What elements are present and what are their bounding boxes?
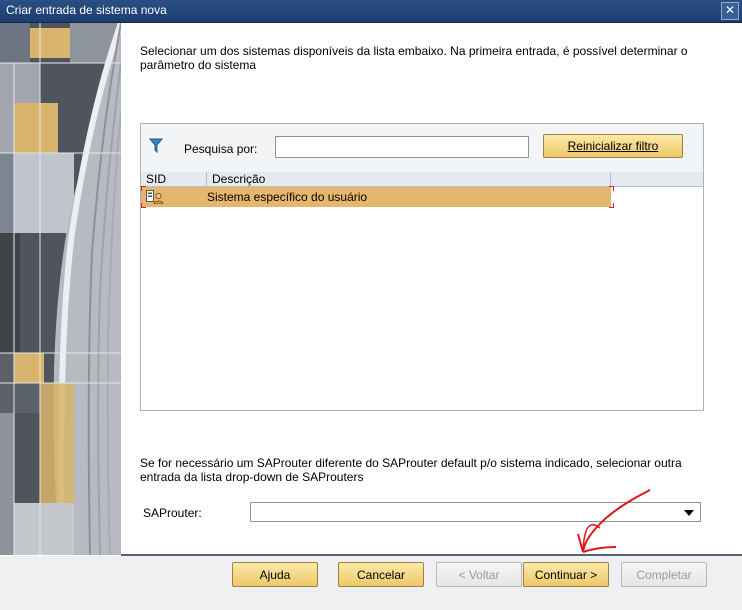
selection-corner-marker	[609, 203, 614, 208]
search-input[interactable]	[275, 136, 529, 158]
title-bar: Criar entrada de sistema nova ✕	[0, 0, 742, 23]
cancel-button-label: Cancelar	[356, 567, 406, 582]
filter-bar: Pesquisa por: Reinicializar filtro	[141, 124, 703, 173]
search-label: Pesquisa por:	[184, 142, 258, 156]
selection-corner-marker	[141, 186, 146, 191]
user-system-icon	[146, 190, 164, 204]
decorative-sidebar-image	[0, 23, 121, 555]
chevron-down-icon[interactable]	[684, 510, 694, 516]
close-icon[interactable]: ✕	[721, 2, 739, 20]
table-row[interactable]: Sistema específico do usuário	[141, 186, 614, 208]
back-button-label: < Voltar	[458, 567, 500, 582]
reset-filter-button[interactable]: Reinicializar filtro	[543, 134, 683, 158]
column-header-sid[interactable]: SID	[141, 172, 207, 186]
table-header: SID Descrição	[141, 172, 703, 187]
selection-corner-marker	[609, 186, 614, 191]
intro-text: Selecionar um dos sistemas disponíveis d…	[140, 44, 688, 72]
cancel-button[interactable]: Cancelar	[338, 562, 424, 587]
system-list-panel: Pesquisa por: Reinicializar filtro SID D…	[140, 123, 704, 411]
window-title: Criar entrada de sistema nova	[6, 3, 167, 17]
saprouter-dropdown[interactable]	[250, 502, 701, 522]
saprouter-label: SAProuter:	[143, 506, 202, 520]
selection-corner-marker	[141, 203, 146, 208]
reset-filter-label: Reinicializar filtro	[567, 139, 659, 153]
continue-button[interactable]: Continuar >	[523, 562, 609, 587]
row-description: Sistema específico do usuário	[207, 190, 368, 204]
column-header-description[interactable]: Descrição	[207, 172, 611, 186]
continue-button-label: Continuar >	[534, 567, 598, 582]
help-button[interactable]: Ajuda	[232, 562, 318, 587]
filter-icon[interactable]	[149, 138, 163, 154]
back-button[interactable]: < Voltar	[436, 562, 522, 587]
finish-button-label: Completar	[636, 567, 692, 582]
saprouter-hint: Se for necessário um SAProuter diferente…	[140, 456, 682, 484]
help-button-label: Ajuda	[259, 567, 291, 582]
finish-button[interactable]: Completar	[621, 562, 707, 587]
